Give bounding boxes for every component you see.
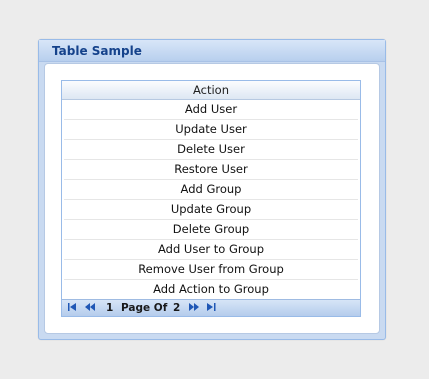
table-row[interactable]: Remove User from Group <box>64 260 358 280</box>
total-pages: 2 <box>173 302 181 314</box>
next-page-icon[interactable] <box>189 302 200 316</box>
grid-rows: Add User Update User Delete User Restore Us… <box>62 100 360 300</box>
table-row[interactable]: Add User to Group <box>64 240 358 260</box>
column-header-action[interactable]: Action <box>62 81 360 100</box>
table-row[interactable]: Add User <box>64 100 358 120</box>
panel-title: Table Sample <box>52 44 142 58</box>
page-of-label: Page Of <box>121 302 168 314</box>
table-row[interactable]: Restore User <box>64 160 358 180</box>
current-page-number[interactable]: 1 <box>106 301 113 315</box>
panel-header: Table Sample <box>39 40 385 62</box>
table-row[interactable]: Update User <box>64 120 358 140</box>
table-row[interactable]: Add Action to Group <box>64 280 358 300</box>
table-row[interactable]: Update Group <box>64 200 358 220</box>
actions-grid: Action Add User Update User Delete User Res… <box>61 80 361 317</box>
table-row[interactable]: Add Group <box>64 180 358 200</box>
pagination-toolbar: 1 Page Of 2 <box>62 299 360 316</box>
table-row[interactable]: Delete Group <box>64 220 358 240</box>
last-page-icon[interactable] <box>207 302 216 316</box>
first-page-icon[interactable] <box>68 302 77 316</box>
table-row[interactable]: Delete User <box>64 140 358 160</box>
previous-page-icon[interactable] <box>85 302 96 316</box>
